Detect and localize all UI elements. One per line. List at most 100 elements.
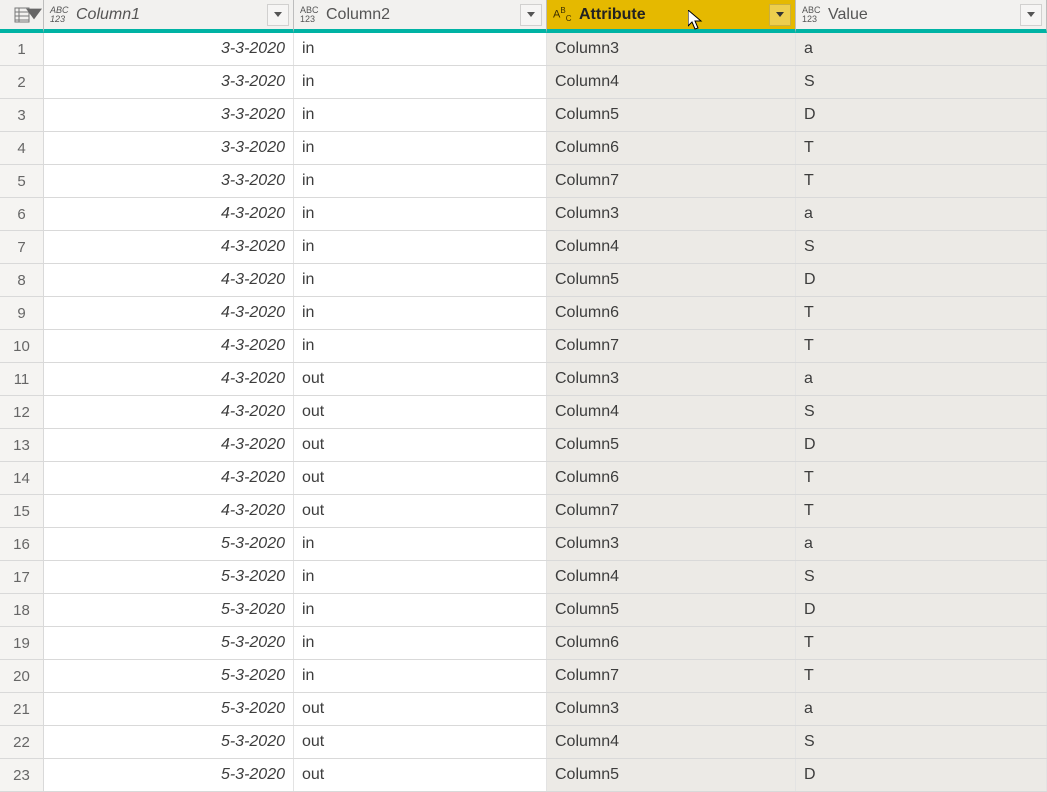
cell-value[interactable]: T [796, 330, 1047, 362]
cell-column2[interactable]: in [294, 528, 547, 560]
cell-column2[interactable]: out [294, 726, 547, 758]
cell-column2[interactable]: in [294, 297, 547, 329]
cell-column2[interactable]: in [294, 165, 547, 197]
cell-column1[interactable]: 4-3-2020 [44, 231, 294, 263]
column-header-column1[interactable]: ABC123 Column1 [44, 0, 294, 33]
cell-column1[interactable]: 5-3-2020 [44, 594, 294, 626]
table-row[interactable]: 84-3-2020inColumn5D [0, 264, 1047, 297]
cell-column1[interactable]: 3-3-2020 [44, 33, 294, 65]
cell-column2[interactable]: out [294, 759, 547, 791]
table-row[interactable]: 114-3-2020outColumn3a [0, 363, 1047, 396]
cell-value[interactable]: a [796, 528, 1047, 560]
table-row[interactable]: 13-3-2020inColumn3a [0, 33, 1047, 66]
cell-value[interactable]: T [796, 165, 1047, 197]
cell-value[interactable]: D [796, 429, 1047, 461]
cell-column1[interactable]: 4-3-2020 [44, 264, 294, 296]
cell-attribute[interactable]: Column5 [547, 264, 796, 296]
cell-column1[interactable]: 5-3-2020 [44, 693, 294, 725]
table-row[interactable]: 74-3-2020inColumn4S [0, 231, 1047, 264]
cell-column2[interactable]: out [294, 693, 547, 725]
table-row[interactable]: 175-3-2020inColumn4S [0, 561, 1047, 594]
cell-column1[interactable]: 5-3-2020 [44, 561, 294, 593]
row-number[interactable]: 8 [0, 264, 44, 296]
cell-value[interactable]: T [796, 297, 1047, 329]
cell-column2[interactable]: out [294, 363, 547, 395]
cell-column1[interactable]: 4-3-2020 [44, 462, 294, 494]
row-number[interactable]: 18 [0, 594, 44, 626]
cell-column1[interactable]: 3-3-2020 [44, 165, 294, 197]
cell-attribute[interactable]: Column5 [547, 99, 796, 131]
column-header-column2[interactable]: ABC123 Column2 [294, 0, 547, 33]
cell-attribute[interactable]: Column5 [547, 429, 796, 461]
cell-column2[interactable]: in [294, 66, 547, 98]
cell-column1[interactable]: 3-3-2020 [44, 132, 294, 164]
cell-attribute[interactable]: Column3 [547, 33, 796, 65]
filter-button[interactable] [267, 4, 289, 26]
row-number[interactable]: 11 [0, 363, 44, 395]
row-number[interactable]: 2 [0, 66, 44, 98]
table-row[interactable]: 185-3-2020inColumn5D [0, 594, 1047, 627]
row-number[interactable]: 15 [0, 495, 44, 527]
table-row[interactable]: 23-3-2020inColumn4S [0, 66, 1047, 99]
cell-value[interactable]: a [796, 693, 1047, 725]
table-row[interactable]: 43-3-2020inColumn6T [0, 132, 1047, 165]
cell-value[interactable]: D [796, 99, 1047, 131]
row-number[interactable]: 22 [0, 726, 44, 758]
table-row[interactable]: 144-3-2020outColumn6T [0, 462, 1047, 495]
cell-column1[interactable]: 5-3-2020 [44, 660, 294, 692]
cell-value[interactable]: S [796, 561, 1047, 593]
cell-column2[interactable]: in [294, 33, 547, 65]
table-row[interactable]: 53-3-2020inColumn7T [0, 165, 1047, 198]
cell-value[interactable]: T [796, 495, 1047, 527]
cell-value[interactable]: D [796, 594, 1047, 626]
cell-attribute[interactable]: Column3 [547, 363, 796, 395]
cell-column1[interactable]: 4-3-2020 [44, 297, 294, 329]
cell-attribute[interactable]: Column3 [547, 528, 796, 560]
row-number[interactable]: 14 [0, 462, 44, 494]
cell-column2[interactable]: out [294, 462, 547, 494]
cell-column2[interactable]: in [294, 594, 547, 626]
cell-column1[interactable]: 4-3-2020 [44, 495, 294, 527]
cell-column1[interactable]: 5-3-2020 [44, 726, 294, 758]
cell-attribute[interactable]: Column4 [547, 726, 796, 758]
cell-attribute[interactable]: Column7 [547, 165, 796, 197]
cell-attribute[interactable]: Column4 [547, 66, 796, 98]
cell-column1[interactable]: 5-3-2020 [44, 528, 294, 560]
table-row[interactable]: 94-3-2020inColumn6T [0, 297, 1047, 330]
cell-attribute[interactable]: Column7 [547, 660, 796, 692]
row-number[interactable]: 1 [0, 33, 44, 65]
cell-value[interactable]: S [796, 231, 1047, 263]
table-row[interactable]: 195-3-2020inColumn6T [0, 627, 1047, 660]
row-number[interactable]: 9 [0, 297, 44, 329]
row-number[interactable]: 4 [0, 132, 44, 164]
cell-value[interactable]: a [796, 33, 1047, 65]
cell-column2[interactable]: in [294, 627, 547, 659]
cell-attribute[interactable]: Column6 [547, 132, 796, 164]
cell-attribute[interactable]: Column5 [547, 594, 796, 626]
column-header-attribute[interactable]: ABC Attribute [547, 0, 796, 33]
cell-column2[interactable]: in [294, 132, 547, 164]
cell-attribute[interactable]: Column5 [547, 759, 796, 791]
table-row[interactable]: 64-3-2020inColumn3a [0, 198, 1047, 231]
cell-column1[interactable]: 4-3-2020 [44, 198, 294, 230]
cell-value[interactable]: T [796, 627, 1047, 659]
filter-button[interactable] [520, 4, 542, 26]
table-row[interactable]: 134-3-2020outColumn5D [0, 429, 1047, 462]
row-number[interactable]: 12 [0, 396, 44, 428]
cell-attribute[interactable]: Column6 [547, 462, 796, 494]
cell-column2[interactable]: out [294, 429, 547, 461]
cell-value[interactable]: S [796, 66, 1047, 98]
row-number[interactable]: 6 [0, 198, 44, 230]
cell-column2[interactable]: in [294, 231, 547, 263]
table-row[interactable]: 104-3-2020inColumn7T [0, 330, 1047, 363]
cell-column2[interactable]: in [294, 330, 547, 362]
cell-value[interactable]: a [796, 198, 1047, 230]
table-row[interactable]: 124-3-2020outColumn4S [0, 396, 1047, 429]
filter-button[interactable] [769, 4, 791, 26]
table-row[interactable]: 205-3-2020inColumn7T [0, 660, 1047, 693]
cell-column1[interactable]: 3-3-2020 [44, 99, 294, 131]
cell-attribute[interactable]: Column4 [547, 396, 796, 428]
table-row[interactable]: 235-3-2020outColumn5D [0, 759, 1047, 792]
cell-column2[interactable]: in [294, 660, 547, 692]
cell-column1[interactable]: 4-3-2020 [44, 429, 294, 461]
